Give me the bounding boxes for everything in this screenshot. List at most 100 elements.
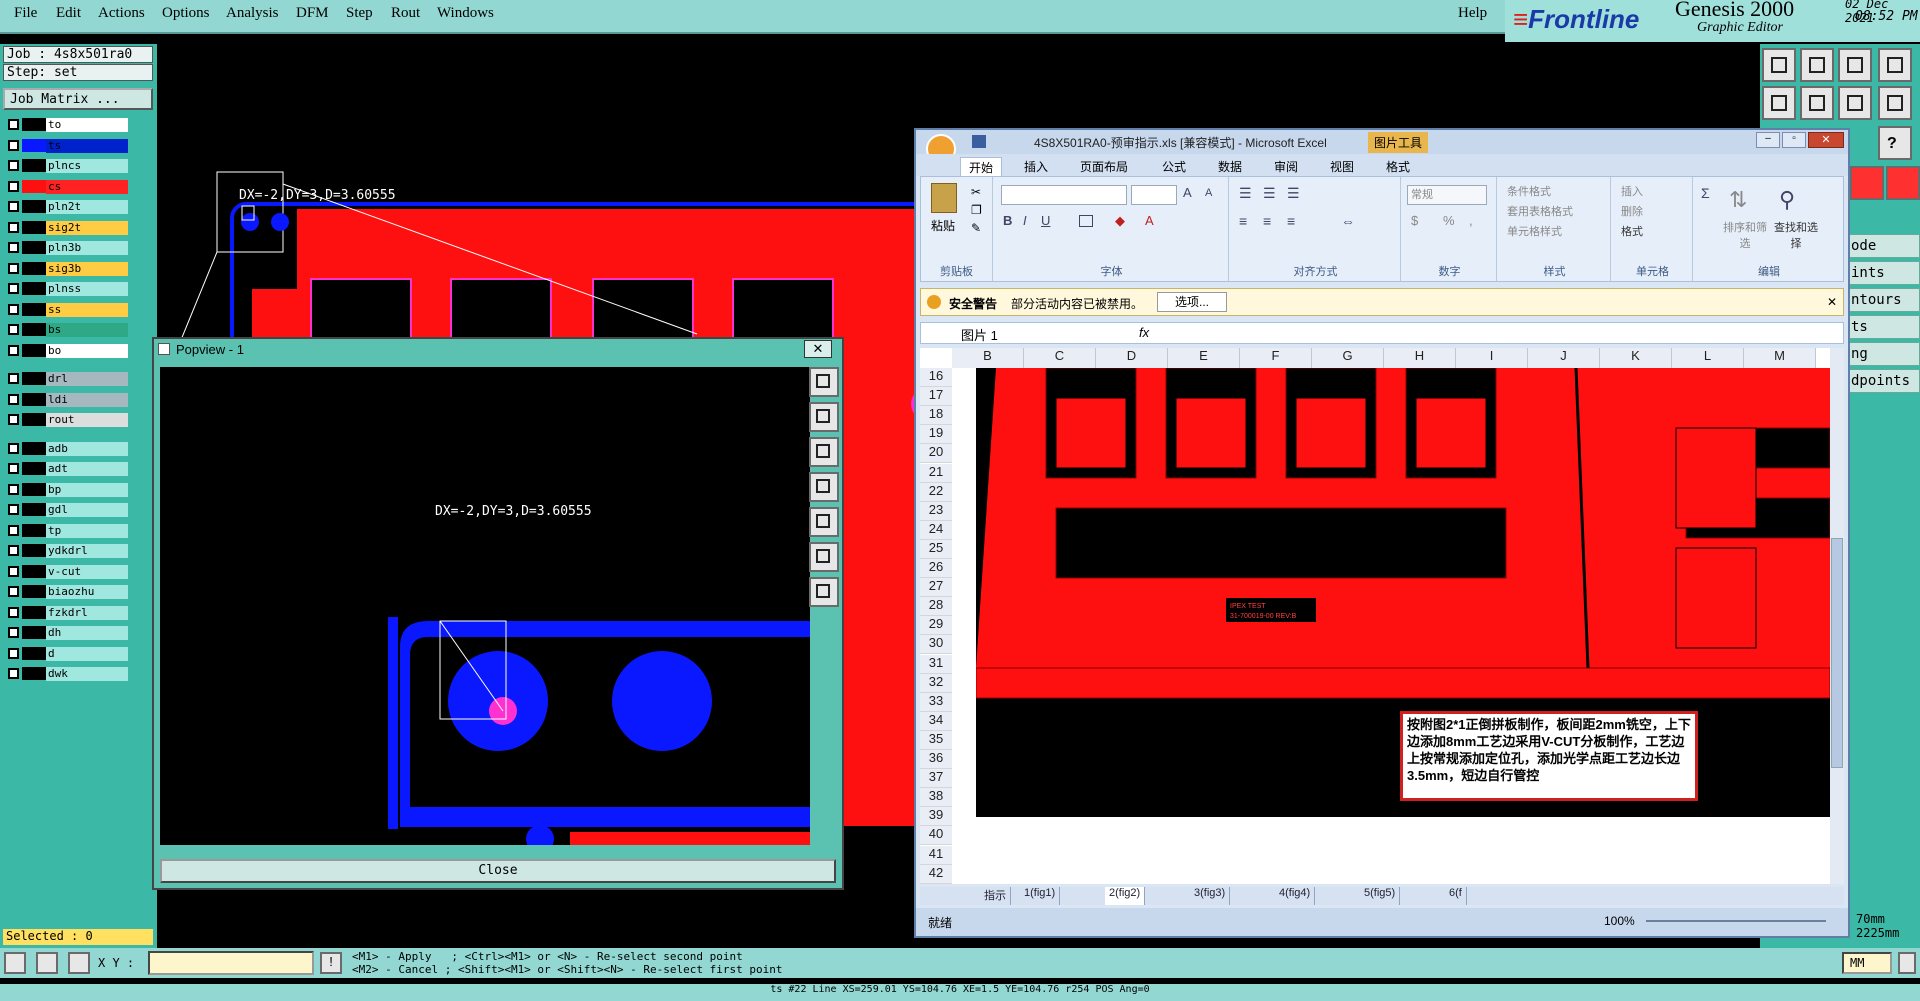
layer-swatch[interactable] — [22, 372, 46, 385]
menu-step[interactable]: Step — [346, 5, 373, 22]
layer-swatch[interactable] — [22, 605, 46, 619]
sort-filter-icon[interactable]: ⇅ — [1729, 187, 1747, 213]
ribbon-tab-4[interactable]: 数据 — [1210, 157, 1250, 176]
layer-checkbox[interactable] — [8, 483, 19, 495]
layer-checkbox[interactable] — [8, 545, 19, 556]
layer-swatch[interactable] — [22, 646, 46, 660]
layer-swatch[interactable] — [22, 626, 46, 639]
row-header-34[interactable]: 34 — [920, 711, 952, 731]
layer-name[interactable]: v-cut — [46, 564, 128, 579]
cut-icon[interactable]: ✂ — [971, 185, 981, 199]
layer-row-bp[interactable]: bp — [6, 482, 128, 497]
note-textbox[interactable]: 按附图2*1正倒拼板制作，板间距2mm铣空，上下边添加8mm工艺边采用V-CUT… — [1400, 711, 1698, 801]
menu-dfm[interactable]: DFM — [296, 5, 329, 22]
column-header-I[interactable]: I — [1456, 348, 1528, 368]
layer-name[interactable]: pln2t — [46, 200, 128, 214]
layer-swatch[interactable] — [22, 261, 46, 275]
layer-name[interactable]: bs — [46, 323, 128, 337]
action-item-4[interactable]: ng — [1846, 342, 1920, 366]
layer-swatch[interactable] — [22, 200, 46, 213]
font-size-box[interactable] — [1131, 185, 1177, 205]
layer-checkbox[interactable] — [8, 242, 19, 253]
sort-filter-label[interactable]: 排序和筛选 — [1723, 219, 1767, 251]
tool-button-9[interactable] — [1850, 166, 1884, 200]
popview-tool-3[interactable] — [809, 437, 839, 467]
copy-icon[interactable]: ❐ — [971, 203, 982, 217]
popview-tool-1[interactable] — [809, 367, 839, 397]
layer-row-to[interactable]: to — [6, 117, 128, 132]
layer-checkbox[interactable] — [8, 627, 19, 638]
column-header-H[interactable]: H — [1384, 348, 1456, 368]
column-header-B[interactable]: B — [952, 348, 1024, 368]
layer-checkbox[interactable] — [8, 160, 19, 171]
info-icon[interactable]: ! — [320, 952, 342, 974]
menu-rout[interactable]: Rout — [391, 5, 420, 22]
layer-row-plnss[interactable]: plnss — [6, 281, 128, 296]
action-item-0[interactable]: ode — [1846, 234, 1920, 258]
layer-swatch[interactable] — [22, 503, 46, 516]
sheet-grid[interactable]: BCDEFGHIJKLM 16 17 18 19 20 21 22 23 24 25 26 27 28 2… — [920, 348, 1830, 884]
align-right-icon[interactable]: ≡ — [1287, 213, 1295, 229]
row-header-42[interactable]: 42 — [920, 864, 952, 884]
paste-icon[interactable] — [931, 183, 957, 213]
row-header-41[interactable]: 41 — [920, 845, 952, 865]
layer-row-adb[interactable]: adb — [6, 441, 128, 456]
vertical-scrollbar[interactable] — [1830, 348, 1844, 884]
layer-row-v-cut[interactable]: v-cut — [6, 564, 128, 579]
row-header-36[interactable]: 36 — [920, 750, 952, 769]
row-header-26[interactable]: 26 — [920, 559, 952, 578]
security-close-icon[interactable]: ✕ — [1827, 295, 1837, 309]
layer-row-fzkdrl[interactable]: fzkdrl — [6, 605, 128, 620]
layer-checkbox[interactable] — [8, 344, 19, 356]
popview-tool-7[interactable] — [809, 577, 839, 607]
layer-swatch[interactable] — [22, 159, 46, 172]
layer-checkbox[interactable] — [8, 668, 19, 679]
layer-row-pln2t[interactable]: pln2t — [6, 199, 128, 214]
column-header-J[interactable]: J — [1528, 348, 1600, 368]
layer-name[interactable]: ss — [46, 302, 128, 317]
row-header-37[interactable]: 37 — [920, 769, 952, 789]
minimize-icon[interactable]: – — [1756, 132, 1780, 148]
row-header-16[interactable]: 16 — [920, 368, 952, 387]
layer-swatch[interactable] — [22, 667, 46, 680]
layer-swatch[interactable] — [22, 523, 46, 537]
layer-name[interactable]: sig3b — [46, 261, 128, 276]
layer-name[interactable]: drl — [46, 372, 128, 386]
row-header-38[interactable]: 38 — [920, 788, 952, 808]
underline-icon[interactable]: U — [1041, 213, 1050, 228]
layer-row-ldi[interactable]: ldi — [6, 392, 128, 407]
layer-name[interactable]: ts — [46, 138, 128, 153]
action-item-1[interactable]: ints — [1846, 261, 1920, 285]
scrollbar-thumb[interactable] — [1831, 538, 1843, 768]
popview-titlebar[interactable]: Popview - 1 ✕ — [154, 339, 842, 361]
layer-swatch[interactable] — [22, 220, 46, 234]
tool-button-8[interactable] — [1878, 86, 1912, 120]
layer-name[interactable]: biaozhu — [46, 585, 128, 599]
layer-checkbox[interactable] — [8, 283, 19, 294]
popview-tool-6[interactable] — [809, 542, 839, 572]
snap-icon-1[interactable] — [4, 952, 26, 974]
align-middle-icon[interactable]: ☰ — [1263, 185, 1276, 202]
layer-checkbox[interactable] — [8, 586, 19, 597]
tool-button-3[interactable] — [1838, 48, 1872, 82]
row-header-29[interactable]: 29 — [920, 616, 952, 636]
layer-row-sig3b[interactable]: sig3b — [6, 261, 128, 276]
layer-name[interactable]: plncs — [46, 159, 128, 173]
border-icon[interactable] — [1079, 215, 1093, 227]
layer-swatch[interactable] — [22, 302, 46, 316]
layer-name[interactable]: tp — [46, 523, 128, 538]
comma-icon[interactable]: , — [1469, 213, 1473, 228]
layer-name[interactable]: dh — [46, 626, 128, 640]
find-select-label[interactable]: 查找和选择 — [1771, 219, 1821, 251]
ribbon-tab-7[interactable]: 格式 — [1378, 157, 1418, 176]
layer-name[interactable]: plnss — [46, 282, 128, 296]
snap-icon-2[interactable] — [36, 952, 58, 974]
column-header-G[interactable]: G — [1312, 348, 1384, 368]
menu-windows[interactable]: Windows — [437, 5, 494, 22]
layer-name[interactable]: pln3b — [46, 241, 128, 255]
row-header-31[interactable]: 31 — [920, 654, 952, 674]
layer-name[interactable]: gdl — [46, 503, 128, 517]
layer-row-dh[interactable]: dh — [6, 625, 128, 640]
column-header-C[interactable]: C — [1024, 348, 1096, 368]
row-header-32[interactable]: 32 — [920, 673, 952, 693]
